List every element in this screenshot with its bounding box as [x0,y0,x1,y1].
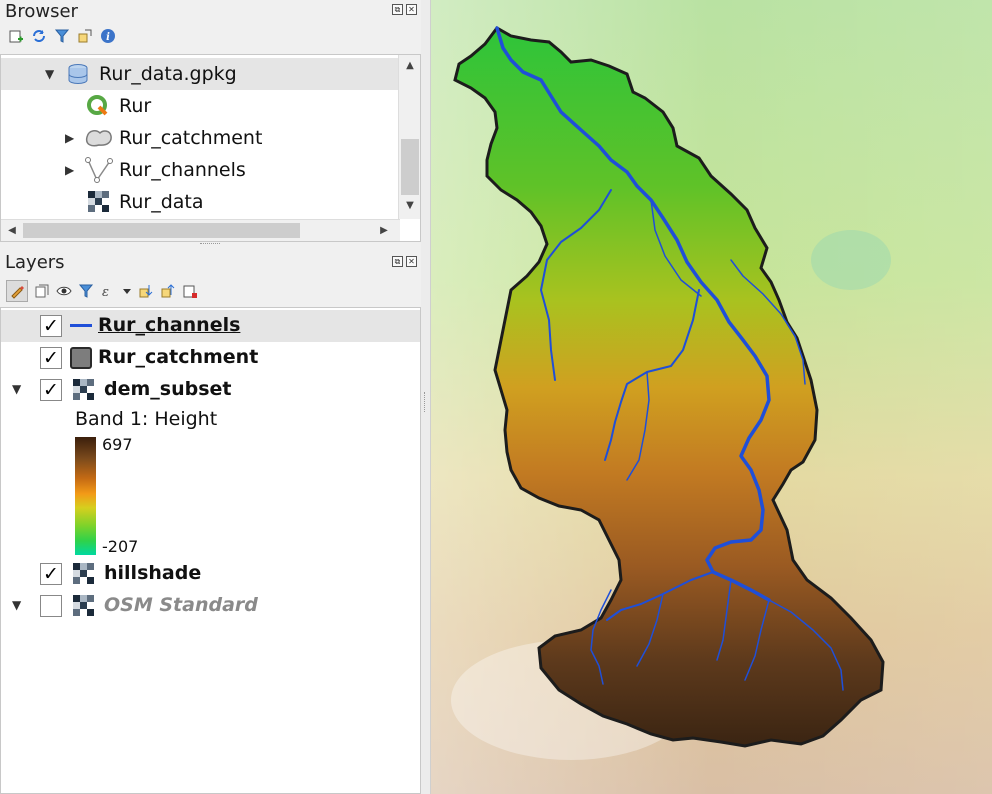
legend-max-value: 697 [102,435,133,454]
legend-band-label: Band 1: Height [75,408,218,430]
layer-label: OSM Standard [104,594,258,616]
remove-layer-icon[interactable] [182,283,198,299]
layer-row-dem-subset[interactable]: ▼ ✓ dem_subset [1,374,420,406]
browser-item-label: Rur_catchment [119,127,263,149]
layer-label: dem_subset [104,378,232,400]
browser-item-rur-data-gpkg[interactable]: ▼ Rur_data.gpkg [1,58,399,90]
panel-splitter-grip[interactable] [200,243,220,247]
raster-layer-icon [88,191,110,218]
expand-arrow-icon[interactable]: ▶ [65,163,74,177]
svg-text:i: i [106,32,110,43]
layer-visibility-checkbox[interactable] [40,595,62,617]
layer-visibility-checkbox[interactable]: ✓ [40,315,62,337]
fill-symbol-icon [70,347,92,369]
layer-label: hillshade [104,562,202,584]
browser-item-rur-catchment[interactable]: ▶ Rur_catchment [1,122,399,154]
layer-row-hillshade[interactable]: ✓ hillshade [1,558,420,590]
layer-row-osm-standard[interactable]: ▼ OSM Standard [1,590,420,622]
browser-tree: ▼ Rur_data.gpkg Rur ▶ Rur_catchment ▶ Ru… [0,54,421,242]
line-symbol-icon [70,324,92,327]
browser-panel-title: Browser [5,1,78,22]
browser-item-label: Rur_data.gpkg [99,63,237,85]
layers-toolbar: ε [6,280,198,302]
float-panel-icon[interactable]: ⧉ [392,256,403,267]
dock-splitter[interactable] [421,0,431,794]
raster-layer-icon [73,379,95,401]
scroll-right-icon[interactable]: ▶ [373,220,395,241]
close-panel-icon[interactable]: ✕ [406,256,417,267]
filter-expression-icon[interactable]: ε [100,283,116,299]
float-panel-icon[interactable]: ⧉ [392,4,403,15]
browser-horizontal-scrollbar[interactable]: ◀ ▶ [1,219,400,241]
browser-item-rur[interactable]: Rur [1,90,399,122]
filter-icon[interactable] [54,28,70,44]
browser-item-label: Rur_channels [119,159,246,181]
scrollbar-thumb[interactable] [23,223,300,238]
qgis-window: Browser ⧉ ✕ i ▼ Rur_data.gpkg Rur ▶ Rur_… [0,0,992,794]
refresh-icon[interactable] [31,28,47,44]
collapse-all-icon[interactable] [160,283,176,299]
style-panel-icon[interactable] [6,280,28,302]
line-layer-icon [85,157,113,188]
geopackage-icon [67,63,89,90]
layers-panel-title: Layers [5,252,65,273]
scroll-up-icon[interactable]: ▲ [399,55,420,77]
scrollbar-thumb[interactable] [401,139,419,195]
layers-window-buttons: ⧉ ✕ [392,256,417,267]
add-group-icon[interactable] [34,283,50,299]
expand-all-icon[interactable] [138,283,154,299]
legend-min-value: -207 [102,537,139,556]
layer-visibility-checkbox[interactable]: ✓ [40,347,62,369]
svg-text:ε: ε [102,285,109,299]
close-panel-icon[interactable]: ✕ [406,4,417,15]
collapse-arrow-icon[interactable]: ▼ [12,598,21,612]
map-canvas[interactable] [431,0,992,794]
browser-window-buttons: ⧉ ✕ [392,4,417,15]
raster-layer-icon [73,595,95,617]
scroll-left-icon[interactable]: ◀ [1,220,23,241]
legend-color-ramp [75,437,96,555]
polygon-layer-icon [85,128,113,153]
browser-vertical-scrollbar[interactable]: ▲ ▼ [398,55,420,219]
map-render [431,0,992,794]
browser-item-rur-data[interactable]: Rur_data [1,186,399,218]
raster-layer-icon [73,563,95,585]
browser-item-label: Rur [119,95,152,117]
info-icon[interactable]: i [100,28,116,44]
qgis-project-icon [86,94,110,123]
browser-item-rur-channels[interactable]: ▶ Rur_channels [1,154,399,186]
browser-toolbar: i [8,28,116,44]
expand-arrow-icon[interactable]: ▶ [65,131,74,145]
collapse-arrow-icon[interactable]: ▼ [12,382,21,396]
manage-visibility-icon[interactable] [56,283,72,299]
layer-visibility-checkbox[interactable]: ✓ [40,563,62,585]
left-dock: Browser ⧉ ✕ i ▼ Rur_data.gpkg Rur ▶ Rur_… [0,0,421,794]
layer-row-rur-channels[interactable]: ✓ Rur_channels [1,310,420,342]
layer-label: Rur_channels [98,314,241,336]
layer-visibility-checkbox[interactable]: ✓ [40,379,62,401]
scroll-down-icon[interactable]: ▼ [399,195,420,217]
browser-item-label: Rur_data [119,191,204,213]
splitter-grip [424,392,427,412]
dropdown-arrow-icon[interactable] [122,283,132,299]
layer-label: Rur_catchment [98,346,259,368]
layer-row-rur-catchment[interactable]: ✓ Rur_catchment [1,342,420,374]
filter-legend-icon[interactable] [78,283,94,299]
layers-tree: ✓ Rur_channels ✓ Rur_catchment ▼ ✓ dem_s… [0,307,421,794]
collapse-all-icon[interactable] [77,28,93,44]
collapse-arrow-icon[interactable]: ▼ [45,67,54,81]
add-selected-layers-icon[interactable] [8,28,24,44]
